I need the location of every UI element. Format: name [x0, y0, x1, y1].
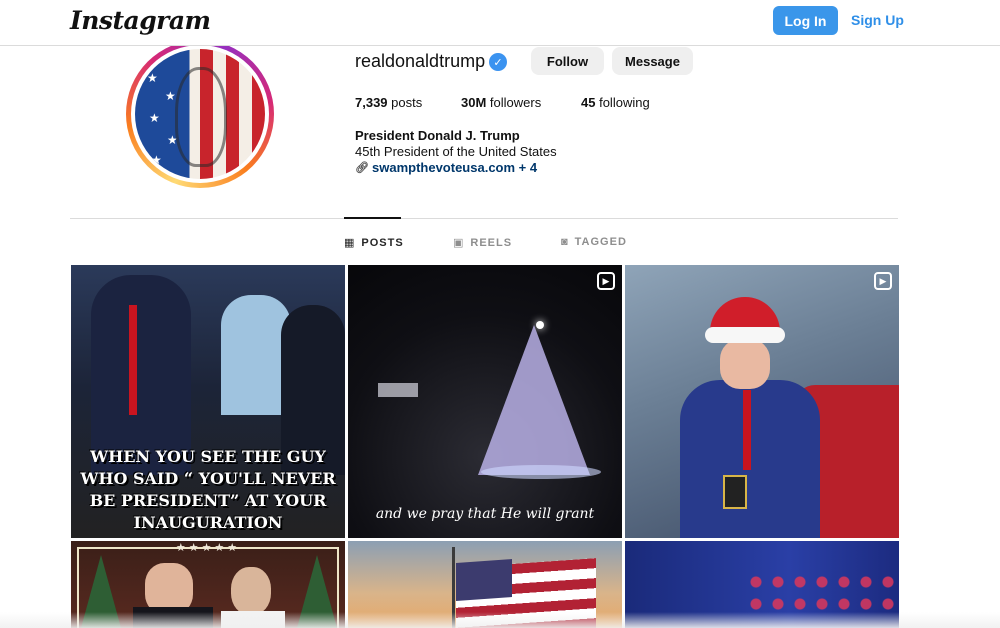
message-button[interactable]: Message — [612, 47, 693, 75]
stat-posts: 7,339 posts — [355, 95, 422, 110]
reels-icon: ▣ — [453, 237, 465, 249]
profile-avatar: ★ ★ ★ ★ ★ — [135, 49, 265, 179]
reel-icon: ▶ — [597, 272, 615, 290]
link-icon: 🔗︎ — [355, 162, 369, 174]
login-button[interactable]: Log In — [773, 6, 838, 35]
grid-icon: ▦ — [344, 237, 356, 249]
bio-full-name: President Donald J. Trump — [355, 128, 520, 143]
star-icon: ★ — [147, 71, 158, 85]
reel-tile[interactable]: ▶ and we pray that He will grant — [348, 265, 622, 538]
tagged-icon: ◙ — [561, 236, 569, 248]
reel-tile[interactable]: ▶ — [625, 265, 899, 538]
stage-lights-shape — [745, 571, 895, 611]
stat-followers[interactable]: 30M followers — [461, 95, 541, 110]
reel-icon: ▶ — [874, 272, 892, 290]
reel-caption-overlay: and we pray that He will grant — [375, 506, 595, 522]
top-navigation-bar: Instagram Log In Sign Up — [0, 0, 1000, 46]
tab-tagged-label: TAGGED — [574, 236, 627, 248]
tie-shape — [743, 390, 751, 470]
posts-label: posts — [391, 95, 423, 110]
active-tab-indicator — [344, 217, 401, 219]
following-count: 45 — [581, 95, 596, 110]
tab-tagged[interactable]: ◙ TAGGED — [561, 236, 627, 248]
bio-external-link[interactable]: 🔗︎ swampthevoteusa.com + 4 — [355, 160, 537, 175]
tabs-divider — [70, 218, 898, 219]
tie-shape — [129, 305, 137, 415]
avatar-border: ★ ★ ★ ★ ★ — [131, 45, 269, 183]
stat-following[interactable]: 45 following — [581, 95, 650, 110]
lantern-shape — [723, 475, 747, 509]
instagram-logo[interactable]: Instagram — [70, 6, 211, 35]
star-icon: ★ — [151, 153, 162, 167]
face-shape — [720, 339, 770, 389]
profile-username: realdonaldtrump — [355, 51, 486, 71]
tab-posts-label: POSTS — [361, 236, 404, 249]
stars-decoration-icon: ★★★★★ — [175, 542, 241, 554]
profile-avatar-story-ring[interactable]: ★ ★ ★ ★ ★ — [126, 40, 274, 188]
face-shape — [231, 567, 271, 615]
post-tile[interactable]: WHEN YOU SEE THE GUY WHO SAID “ YOU'LL N… — [71, 265, 345, 538]
flag-canton-shape — [456, 559, 512, 601]
bio-description: 45th President of the United States — [355, 144, 557, 159]
bio-link-text: swampthevoteusa.com + 4 — [372, 160, 538, 175]
tab-posts[interactable]: ▦ POSTS — [344, 236, 404, 250]
bottom-fade — [0, 612, 1000, 628]
followers-label: followers — [489, 95, 542, 110]
posts-count: 7,339 — [355, 95, 388, 110]
verified-badge-icon: ✓ — [489, 53, 507, 71]
tab-reels-label: REELS — [470, 236, 513, 249]
post-caption-overlay: WHEN YOU SEE THE GUY WHO SAID “ YOU'LL N… — [80, 447, 336, 532]
tree-glow-shape — [481, 465, 601, 479]
christmas-tree-shape — [478, 325, 590, 475]
star-icon: ★ — [165, 89, 176, 103]
signup-link[interactable]: Sign Up — [851, 12, 904, 28]
hat-brim-shape — [705, 327, 785, 343]
followers-count: 30M — [461, 95, 487, 110]
tab-reels[interactable]: ▣ REELS — [453, 236, 513, 250]
follow-button[interactable]: Follow — [531, 47, 604, 75]
star-icon: ★ — [149, 111, 160, 125]
figure-shape — [91, 275, 191, 475]
building-shape — [378, 383, 418, 397]
following-label: following — [599, 95, 650, 110]
avatar-face-shape — [175, 67, 227, 167]
